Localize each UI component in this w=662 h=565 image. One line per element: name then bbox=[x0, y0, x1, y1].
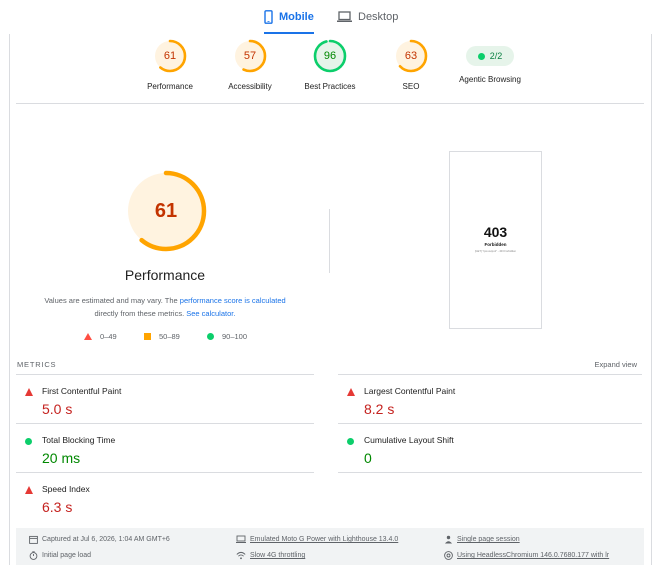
vertical-separator bbox=[329, 209, 330, 273]
legend-pass: 90–100 bbox=[207, 332, 247, 341]
gauge-ring: 96 bbox=[313, 39, 347, 73]
legend-pass-range: 90–100 bbox=[222, 332, 248, 341]
pass-circle-icon bbox=[25, 438, 32, 445]
gauge-best-practices[interactable]: 96 Best Practices bbox=[290, 39, 370, 91]
runtime-settings: Captured at Jul 6, 2026, 1:04 AM GMT+6 E… bbox=[16, 528, 644, 565]
session-text: Single page session bbox=[457, 536, 520, 543]
device-item[interactable]: Emulated Moto G Power with Lighthouse 13… bbox=[236, 535, 398, 544]
performance-gauge: 61 bbox=[125, 170, 207, 252]
metric-name: Largest Contentful Paint bbox=[364, 386, 456, 396]
metric-name: Cumulative Layout Shift bbox=[364, 435, 454, 445]
gauge-ring: 57 bbox=[233, 39, 267, 73]
device-tabs: Mobile Desktop bbox=[0, 0, 662, 34]
pass-circle-icon bbox=[347, 438, 354, 445]
gauge-label: Best Practices bbox=[304, 82, 356, 91]
gauge-label: SEO bbox=[402, 82, 420, 91]
score-calculation-link[interactable]: performance score is calculated bbox=[180, 296, 286, 305]
pass-circle-icon bbox=[207, 333, 214, 340]
throttling-text: Slow 4G throttling bbox=[250, 552, 306, 559]
screenshot-small-text: [GET] "/psi-output/" - 403 Forbidden bbox=[474, 250, 517, 253]
captured-at-item: Captured at Jul 6, 2026, 1:04 AM GMT+6 bbox=[29, 535, 170, 544]
throttling-item[interactable]: Slow 4G throttling bbox=[236, 551, 305, 560]
metric-separator bbox=[338, 472, 642, 473]
divider bbox=[16, 103, 644, 104]
gauge-accessibility[interactable]: 57 Accessibility bbox=[210, 39, 290, 91]
agentic-value: 2/2 bbox=[489, 51, 503, 61]
calendar-icon bbox=[29, 535, 38, 544]
legend-fail-range: 0–49 bbox=[100, 332, 117, 341]
person-icon bbox=[445, 535, 452, 544]
device-text: Emulated Moto G Power with Lighthouse 13… bbox=[250, 536, 399, 543]
laptop-icon bbox=[236, 535, 246, 543]
performance-note: Values are estimated and may vary. The p… bbox=[30, 294, 300, 320]
legend-average: 50–89 bbox=[144, 332, 180, 341]
gauge-ring: 63 bbox=[394, 39, 428, 73]
tab-desktop[interactable]: Desktop bbox=[337, 0, 398, 34]
initial-load-text: Initial page load bbox=[42, 552, 92, 559]
metric-value: 0 bbox=[364, 450, 372, 466]
metric-largest-contentful-paint: Largest Contentful Paint 8.2 s bbox=[338, 374, 634, 422]
initial-load-item: Initial page load bbox=[29, 551, 91, 560]
phone-icon bbox=[264, 10, 273, 24]
gauge-agentic-browsing[interactable]: 2/2 Agentic Browsing bbox=[450, 39, 530, 84]
agentic-badge: 2/2 bbox=[466, 46, 514, 66]
gauge-label: Performance bbox=[147, 82, 193, 91]
gauge-score: 57 bbox=[243, 50, 257, 62]
screenshot-status-code: 403 bbox=[483, 224, 508, 240]
fail-triangle-icon bbox=[25, 486, 33, 494]
gauge-score: 96 bbox=[323, 50, 337, 62]
metric-value: 6.3 s bbox=[42, 499, 73, 515]
report-panel: 61 Performance 57 Accessibility 96 Best … bbox=[9, 34, 652, 565]
metric-value: 5.0 s bbox=[42, 401, 73, 417]
browser-item[interactable]: Using HeadlessChromium 146.0.7680.177 wi… bbox=[444, 551, 609, 560]
note-text: directly from these metrics. bbox=[94, 309, 187, 318]
legend-average-range: 50–89 bbox=[159, 332, 180, 341]
expand-view-button[interactable]: Expand view bbox=[594, 360, 637, 369]
metric-cumulative-layout-shift: Cumulative Layout Shift 0 bbox=[338, 423, 634, 471]
performance-title: Performance bbox=[124, 267, 206, 283]
gauge-score: 63 bbox=[404, 50, 418, 62]
metric-name: Total Blocking Time bbox=[42, 435, 116, 445]
metric-speed-index: Speed Index 6.3 s bbox=[16, 472, 312, 520]
fail-triangle-icon bbox=[84, 333, 92, 340]
metric-name: Speed Index bbox=[42, 484, 90, 494]
chrome-icon bbox=[444, 551, 453, 560]
gauge-label: Accessibility bbox=[228, 82, 272, 91]
laptop-icon bbox=[337, 11, 352, 22]
pass-dot-icon bbox=[477, 52, 485, 60]
legend-fail: 0–49 bbox=[84, 332, 117, 341]
note-text: Values are estimated and may vary. The bbox=[44, 296, 180, 305]
timer-icon bbox=[29, 551, 38, 560]
wifi-icon bbox=[236, 551, 246, 560]
final-screenshot[interactable]: 403 Forbidden [GET] "/psi-output/" - 403… bbox=[449, 151, 542, 329]
metric-first-contentful-paint: First Contentful Paint 5.0 s bbox=[16, 374, 312, 422]
tab-desktop-label: Desktop bbox=[358, 11, 399, 23]
average-square-icon bbox=[144, 333, 151, 340]
metrics-heading: METRICS bbox=[17, 360, 57, 369]
tab-mobile[interactable]: Mobile bbox=[264, 0, 314, 34]
gauge-label: Agentic Browsing bbox=[459, 75, 521, 84]
gauge-ring: 61 bbox=[153, 39, 187, 73]
fail-triangle-icon bbox=[347, 388, 355, 396]
performance-score: 61 bbox=[154, 200, 178, 222]
gauge-performance[interactable]: 61 Performance bbox=[130, 39, 210, 91]
tab-mobile-label: Mobile bbox=[279, 11, 314, 23]
metric-total-blocking-time: Total Blocking Time 20 ms bbox=[16, 423, 312, 471]
screenshot-status-text: Forbidden bbox=[484, 242, 507, 247]
fail-triangle-icon bbox=[25, 388, 33, 396]
calculator-link[interactable]: See calculator. bbox=[186, 309, 235, 318]
browser-text: Using HeadlessChromium 146.0.7680.177 wi… bbox=[457, 552, 610, 559]
captured-at-text: Captured at Jul 6, 2026, 1:04 AM GMT+6 bbox=[42, 536, 170, 543]
metric-value: 20 ms bbox=[42, 450, 81, 466]
gauge-score: 61 bbox=[163, 50, 177, 62]
gauge-seo[interactable]: 63 SEO bbox=[371, 39, 451, 91]
session-item[interactable]: Single page session bbox=[444, 535, 520, 544]
metric-value: 8.2 s bbox=[364, 401, 395, 417]
metric-name: First Contentful Paint bbox=[42, 386, 122, 396]
